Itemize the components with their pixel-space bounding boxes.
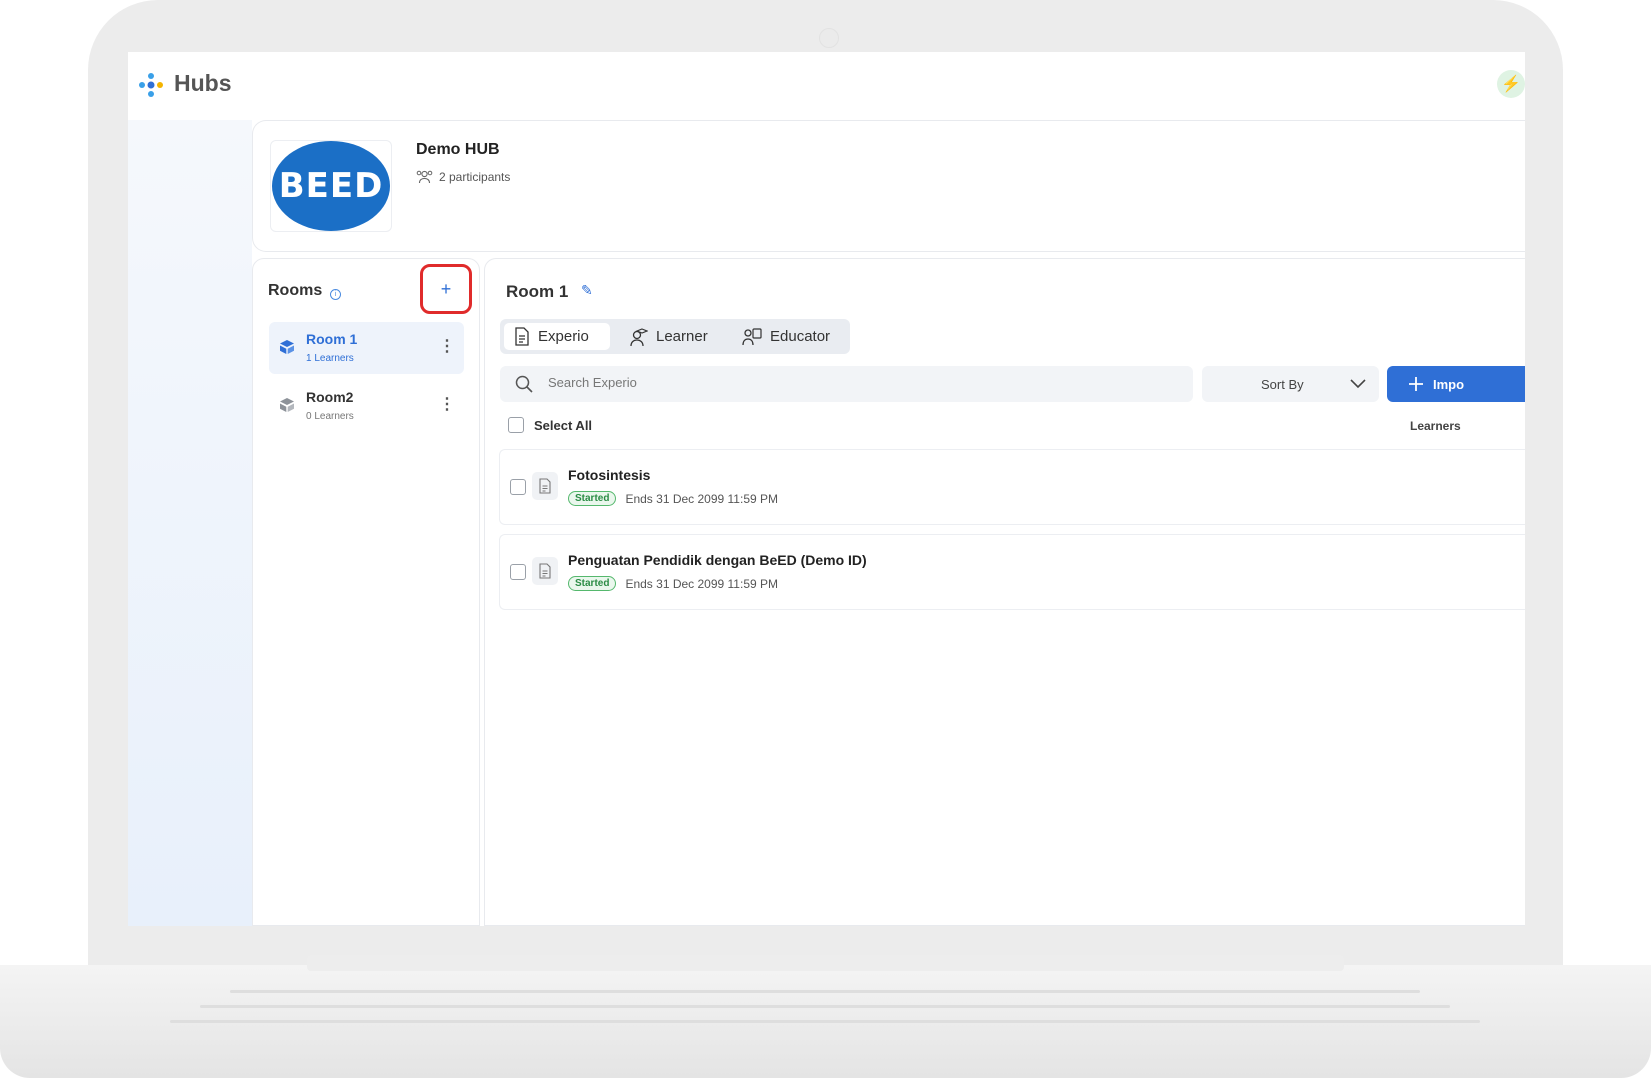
select-all-label: Select All (534, 417, 593, 433)
info-icon[interactable]: i (330, 289, 341, 300)
educator-icon (742, 327, 762, 345)
beed-logo: BEED (272, 141, 390, 231)
top-bar: Hubs ⚡ (128, 52, 1525, 120)
document-icon (532, 472, 558, 500)
left-rail (128, 120, 252, 926)
select-all-checkbox[interactable] (508, 417, 524, 433)
experio-checkbox[interactable] (510, 479, 526, 495)
search-input[interactable] (548, 375, 1148, 390)
rooms-panel: Rooms i + Room 1 1 Learners ⋮ Room2 0 Le… (252, 258, 480, 926)
search-bar (500, 366, 1193, 402)
keyboard-row (200, 1005, 1450, 1008)
room-tabs: Experio Learner Educator (500, 319, 850, 354)
experio-card[interactable]: Fotosintesis Started Ends 31 Dec 2099 11… (499, 449, 1525, 525)
rooms-title: Rooms (268, 282, 323, 299)
room-name: Room 1 (306, 331, 358, 347)
document-icon (532, 557, 558, 585)
tab-educator[interactable]: Educator (732, 323, 844, 350)
hub-participants: 2 participants (416, 169, 510, 184)
plus-icon: + (440, 278, 452, 299)
room-detail-panel: Room 1 ✎ Experio Learner Educator Search… (484, 258, 1525, 926)
room-learners: 1 Learners (306, 353, 354, 364)
search-icon (515, 375, 533, 393)
experio-meta: Started Ends 31 Dec 2099 11:59 PM (568, 491, 778, 506)
sort-by-label: Sort By (1261, 377, 1304, 392)
plus-icon (1409, 377, 1423, 391)
select-all[interactable]: Select All (508, 417, 592, 433)
room-name: Room2 (306, 389, 354, 405)
learners-column-header: Learners (1410, 419, 1461, 433)
tab-label: Learner (656, 328, 708, 345)
sort-by-dropdown[interactable]: Sort By (1202, 366, 1379, 402)
tab-label: Experio (538, 328, 589, 345)
room-options-icon[interactable]: ⋮ (439, 395, 455, 415)
room-item-room-1[interactable]: Room 1 1 Learners ⋮ (269, 322, 464, 374)
document-icon (515, 327, 529, 346)
room-cube-icon (280, 340, 294, 354)
keyboard-row (170, 1020, 1480, 1023)
tab-label: Educator (770, 328, 831, 345)
status-badge: Started (568, 491, 617, 506)
screen: Hubs ⚡ BEED Demo HUB 2 participants Room… (128, 52, 1525, 926)
import-button[interactable]: Impo (1387, 366, 1525, 402)
keyboard-row (230, 990, 1420, 993)
room-learners: 0 Learners (306, 411, 354, 422)
hub-card: BEED Demo HUB 2 participants (252, 120, 1525, 252)
hub-logo: BEED (270, 140, 392, 232)
experio-title: Fotosintesis (568, 467, 651, 483)
experio-end-date: Ends 31 Dec 2099 11:59 PM (625, 491, 778, 506)
hub-name: Demo HUB (416, 141, 500, 158)
chevron-down-icon (1350, 379, 1366, 389)
tab-experio[interactable]: Experio (504, 323, 610, 350)
app-title: Hubs (174, 70, 232, 96)
camera-dot (819, 28, 839, 48)
import-label: Impo (1433, 376, 1465, 392)
tab-learner[interactable]: Learner (618, 323, 728, 350)
laptop-hinge (307, 955, 1344, 971)
participants-count: 2 participants (439, 169, 511, 184)
participants-icon (416, 170, 433, 184)
experio-title: Penguatan Pendidik dengan BeED (Demo ID) (568, 552, 867, 568)
room-options-icon[interactable]: ⋮ (439, 337, 455, 357)
room-cube-icon (280, 398, 294, 412)
experio-checkbox[interactable] (510, 564, 526, 580)
lightning-icon[interactable]: ⚡ (1497, 70, 1525, 98)
edit-pencil-icon[interactable]: ✎ (581, 282, 593, 299)
experio-meta: Started Ends 31 Dec 2099 11:59 PM (568, 576, 778, 591)
status-badge: Started (568, 576, 617, 591)
add-room-button[interactable]: + (420, 264, 472, 314)
learner-icon (630, 327, 648, 346)
experio-end-date: Ends 31 Dec 2099 11:59 PM (625, 576, 778, 591)
room-item-room2[interactable]: Room2 0 Learners ⋮ (269, 380, 464, 432)
room-title: Room 1 (506, 282, 569, 301)
hubs-logo-icon (139, 73, 163, 97)
experio-card[interactable]: Penguatan Pendidik dengan BeED (Demo ID)… (499, 534, 1525, 610)
